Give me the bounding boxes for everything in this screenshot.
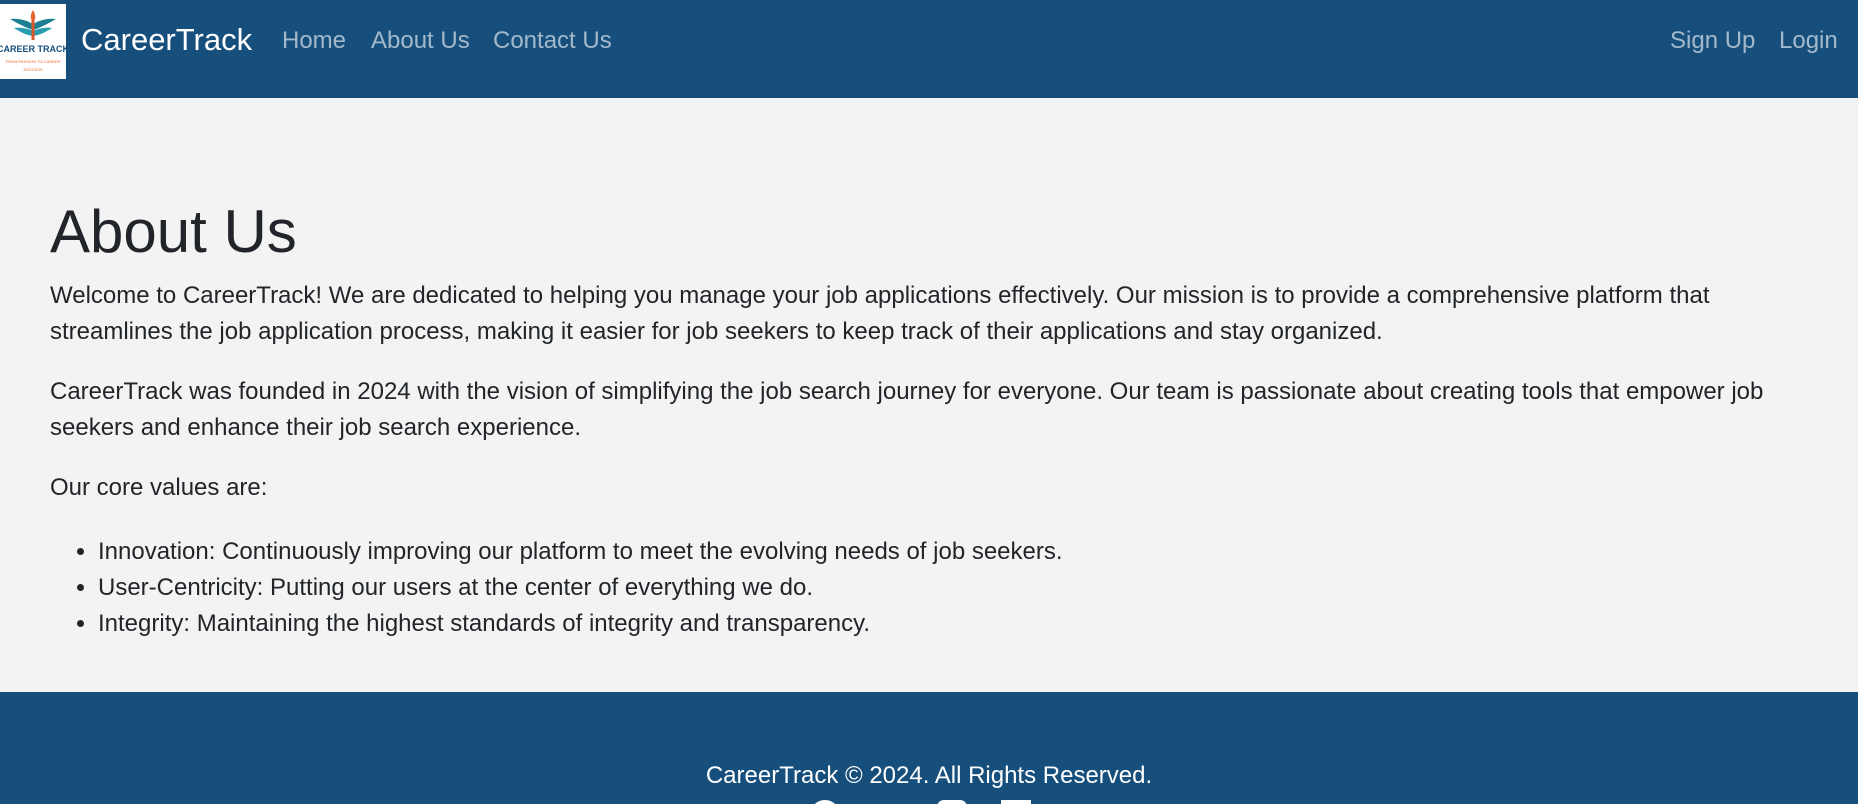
founding-paragraph: CareerTrack was founded in 2024 with the… xyxy=(50,378,1764,441)
footer-copyright: CareerTrack © 2024. All Rights Reserved. xyxy=(705,762,1153,789)
page-title: About Us xyxy=(50,198,297,265)
brand-logo[interactable]: CAREER TRACK FROM PASSION TO CAREER SUCC… xyxy=(0,4,66,79)
core-values-heading: Our core values are: xyxy=(50,474,268,501)
core-value-item: Integrity: Maintaining the highest stand… xyxy=(98,606,1063,642)
intro-paragraph: Welcome to CareerTrack! We are dedicated… xyxy=(50,282,1710,345)
svg-text:CAREER TRACK: CAREER TRACK xyxy=(0,44,66,54)
linkedin-icon[interactable] xyxy=(1001,800,1031,804)
nav-link-contact-us[interactable]: Contact Us xyxy=(493,27,612,55)
core-value-item: Innovation: Continuously improving our p… xyxy=(98,534,1063,570)
footer: CareerTrack © 2024. All Rights Reserved. xyxy=(0,692,1858,804)
core-values-list: Innovation: Continuously improving our p… xyxy=(98,534,1063,642)
main-content: About Us Welcome to CareerTrack! We are … xyxy=(0,98,1858,692)
navbar: CAREER TRACK FROM PASSION TO CAREER SUCC… xyxy=(0,0,1858,98)
career-track-logo-icon: CAREER TRACK FROM PASSION TO CAREER SUCC… xyxy=(0,4,66,79)
brand-name[interactable]: CareerTrack xyxy=(81,22,252,58)
nav-link-login[interactable]: Login xyxy=(1779,27,1838,55)
svg-text:SUCCESS: SUCCESS xyxy=(23,67,43,72)
svg-text:FROM PASSION TO CAREER: FROM PASSION TO CAREER xyxy=(6,59,61,64)
core-value-item: User-Centricity: Putting our users at th… xyxy=(98,570,1063,606)
instagram-icon[interactable] xyxy=(937,800,967,804)
nav-link-sign-up[interactable]: Sign Up xyxy=(1670,27,1755,55)
nav-link-home[interactable]: Home xyxy=(282,27,346,55)
nav-link-about-us[interactable]: About Us xyxy=(371,27,470,55)
github-icon[interactable] xyxy=(810,800,840,804)
